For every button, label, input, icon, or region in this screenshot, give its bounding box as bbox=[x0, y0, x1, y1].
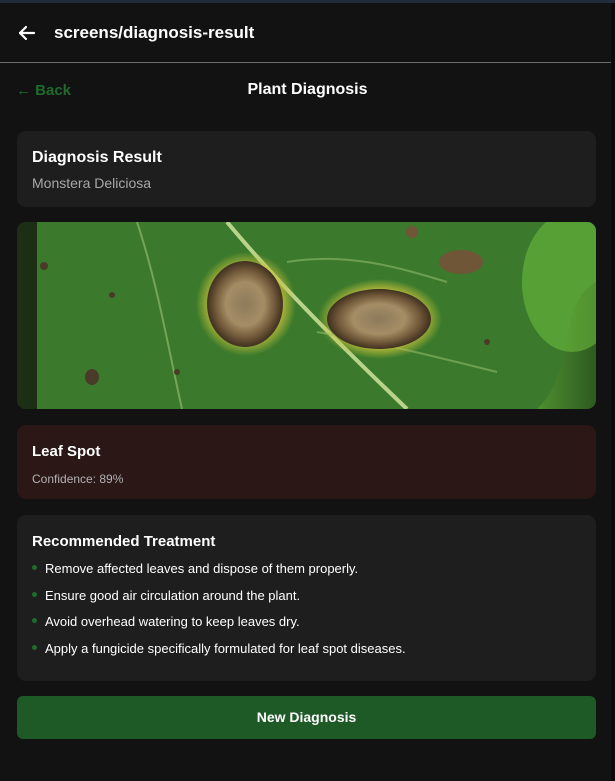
bullet-icon bbox=[32, 618, 37, 623]
arrow-left-icon[interactable] bbox=[17, 23, 37, 43]
new-diagnosis-button[interactable]: New Diagnosis bbox=[17, 696, 596, 739]
treatment-item: Avoid overhead watering to keep leaves d… bbox=[32, 613, 581, 640]
treatment-item-text: Avoid overhead watering to keep leaves d… bbox=[45, 614, 300, 629]
disease-name: Leaf Spot bbox=[32, 443, 101, 460]
treatment-item: Ensure good air circulation around the p… bbox=[32, 587, 581, 614]
window-edge bbox=[611, 3, 615, 781]
app-header: screens/diagnosis-result bbox=[0, 3, 615, 63]
route-title: screens/diagnosis-result bbox=[54, 23, 255, 42]
treatment-card: Recommended Treatment Remove affected le… bbox=[17, 515, 596, 681]
treatment-item: Remove affected leaves and dispose of th… bbox=[32, 560, 581, 587]
treatment-item-text: Remove affected leaves and dispose of th… bbox=[45, 561, 359, 576]
treatment-item: Apply a fungicide specifically formulate… bbox=[32, 640, 581, 667]
treatment-title: Recommended Treatment bbox=[32, 533, 216, 550]
treatment-item-text: Apply a fungicide specifically formulate… bbox=[45, 640, 406, 656]
plant-name: Monstera Deliciosa bbox=[32, 175, 152, 191]
bullet-icon bbox=[32, 644, 37, 650]
treatment-list: Remove affected leaves and dispose of th… bbox=[32, 560, 581, 666]
bullet-icon bbox=[32, 565, 37, 570]
screen-title: Plant Diagnosis bbox=[247, 81, 368, 98]
diagnosis-result-title: Diagnosis Result bbox=[32, 149, 162, 166]
bullet-icon bbox=[32, 591, 37, 597]
treatment-item-text: Ensure good air circulation around the p… bbox=[45, 587, 301, 603]
leaf-photo bbox=[17, 222, 596, 409]
disease-card: Leaf Spot Confidence: 89% bbox=[17, 425, 596, 499]
confidence-label: Confidence: 89% bbox=[32, 472, 124, 486]
screen-nav: ← Back Plant Diagnosis bbox=[0, 63, 615, 118]
leaf-photo-illustration bbox=[17, 222, 596, 409]
diagnosis-result-card: Diagnosis Result Monstera Deliciosa bbox=[17, 131, 596, 207]
